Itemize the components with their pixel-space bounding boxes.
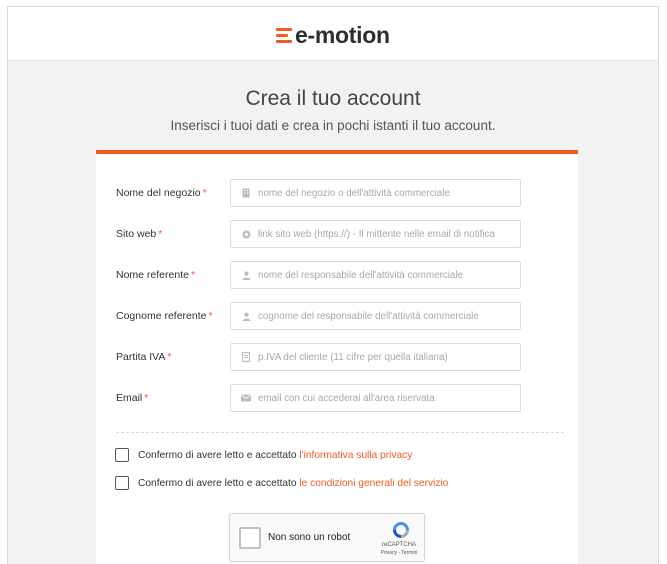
recaptcha-logo-icon <box>390 520 412 540</box>
recaptcha-checkbox[interactable] <box>239 527 261 549</box>
top-bar: e-motion <box>8 7 658 61</box>
last-name-field-wrapper[interactable] <box>230 302 521 330</box>
signup-form-card: Nome del negozio* Sito web* <box>96 150 578 564</box>
last-name-input[interactable] <box>258 310 518 322</box>
recaptcha-brand: reCAPTCHA <box>381 542 416 548</box>
form-row-vat-number: Partita IVA * <box>96 343 578 371</box>
first-name-label: Nome referente <box>116 269 189 281</box>
website-input[interactable] <box>258 228 518 240</box>
privacy-consent-row: Confermo di avere letto e accettato l'in… <box>115 447 575 463</box>
logo-bars-icon <box>276 26 292 44</box>
required-mark: * <box>158 228 163 240</box>
document-icon <box>241 352 251 362</box>
terms-consent-row: Confermo di avere letto e accettato le c… <box>115 475 575 491</box>
vat-number-input[interactable] <box>258 351 518 363</box>
page-title: Crea il tuo account <box>245 87 421 110</box>
user-icon <box>241 270 251 280</box>
vat-number-field-wrapper[interactable] <box>230 343 521 371</box>
email-input[interactable] <box>258 392 518 404</box>
envelope-icon <box>241 393 251 403</box>
user-icon <box>241 311 251 321</box>
brand-name: e-motion <box>295 21 390 48</box>
terms-of-service-link[interactable]: le condizioni generali del servizio <box>299 478 448 489</box>
form-row-last-name: Cognome referente * <box>96 302 578 330</box>
recaptcha-label: Non sono un robot <box>268 532 351 543</box>
terms-consent-text: Confermo di avere letto e accettato <box>138 477 297 489</box>
form-row-first-name: Nome referente * <box>96 261 578 289</box>
privacy-policy-link[interactable]: l'informativa sulla privacy <box>299 450 412 461</box>
required-mark: * <box>190 269 196 281</box>
recaptcha-terms-link[interactable]: Privacy - Termini <box>376 550 422 556</box>
privacy-consent-text: Confermo di avere letto e accettato <box>138 449 297 461</box>
required-mark: * <box>202 187 207 199</box>
first-name-field-wrapper[interactable] <box>230 261 521 289</box>
form-divider <box>116 432 564 433</box>
recaptcha-widget: Non sono un robot reCAPTCHA Privacy - Te… <box>229 513 425 562</box>
vat-number-label: Partita IVA <box>116 351 166 363</box>
store-name-input[interactable] <box>258 187 518 199</box>
required-mark: * <box>208 310 213 322</box>
store-name-field-wrapper[interactable] <box>230 179 521 207</box>
email-field-wrapper[interactable] <box>230 384 521 412</box>
required-mark: * <box>144 392 149 404</box>
last-name-label: Cognome referente <box>116 310 207 322</box>
building-icon <box>241 188 251 198</box>
page-subtitle: Inserisci i tuoi dati e crea in pochi is… <box>170 118 496 133</box>
store-name-label: Nome del negozio <box>116 187 201 199</box>
brand-logo[interactable]: e-motion <box>276 22 390 48</box>
first-name-input[interactable] <box>258 269 518 281</box>
form-row-website: Sito web * <box>96 220 578 248</box>
globe-icon <box>241 229 251 239</box>
terms-consent-checkbox[interactable] <box>115 476 129 490</box>
page-frame: e-motion Crea il tuo account Inserisci i… <box>7 6 659 564</box>
form-row-store-name: Nome del negozio * <box>96 179 578 207</box>
required-mark: * <box>167 351 172 363</box>
form-row-email: Email * <box>96 384 578 412</box>
privacy-consent-checkbox[interactable] <box>115 448 129 462</box>
website-label: Sito web <box>116 228 157 240</box>
website-field-wrapper[interactable] <box>230 220 521 248</box>
email-label: Email <box>116 392 143 404</box>
